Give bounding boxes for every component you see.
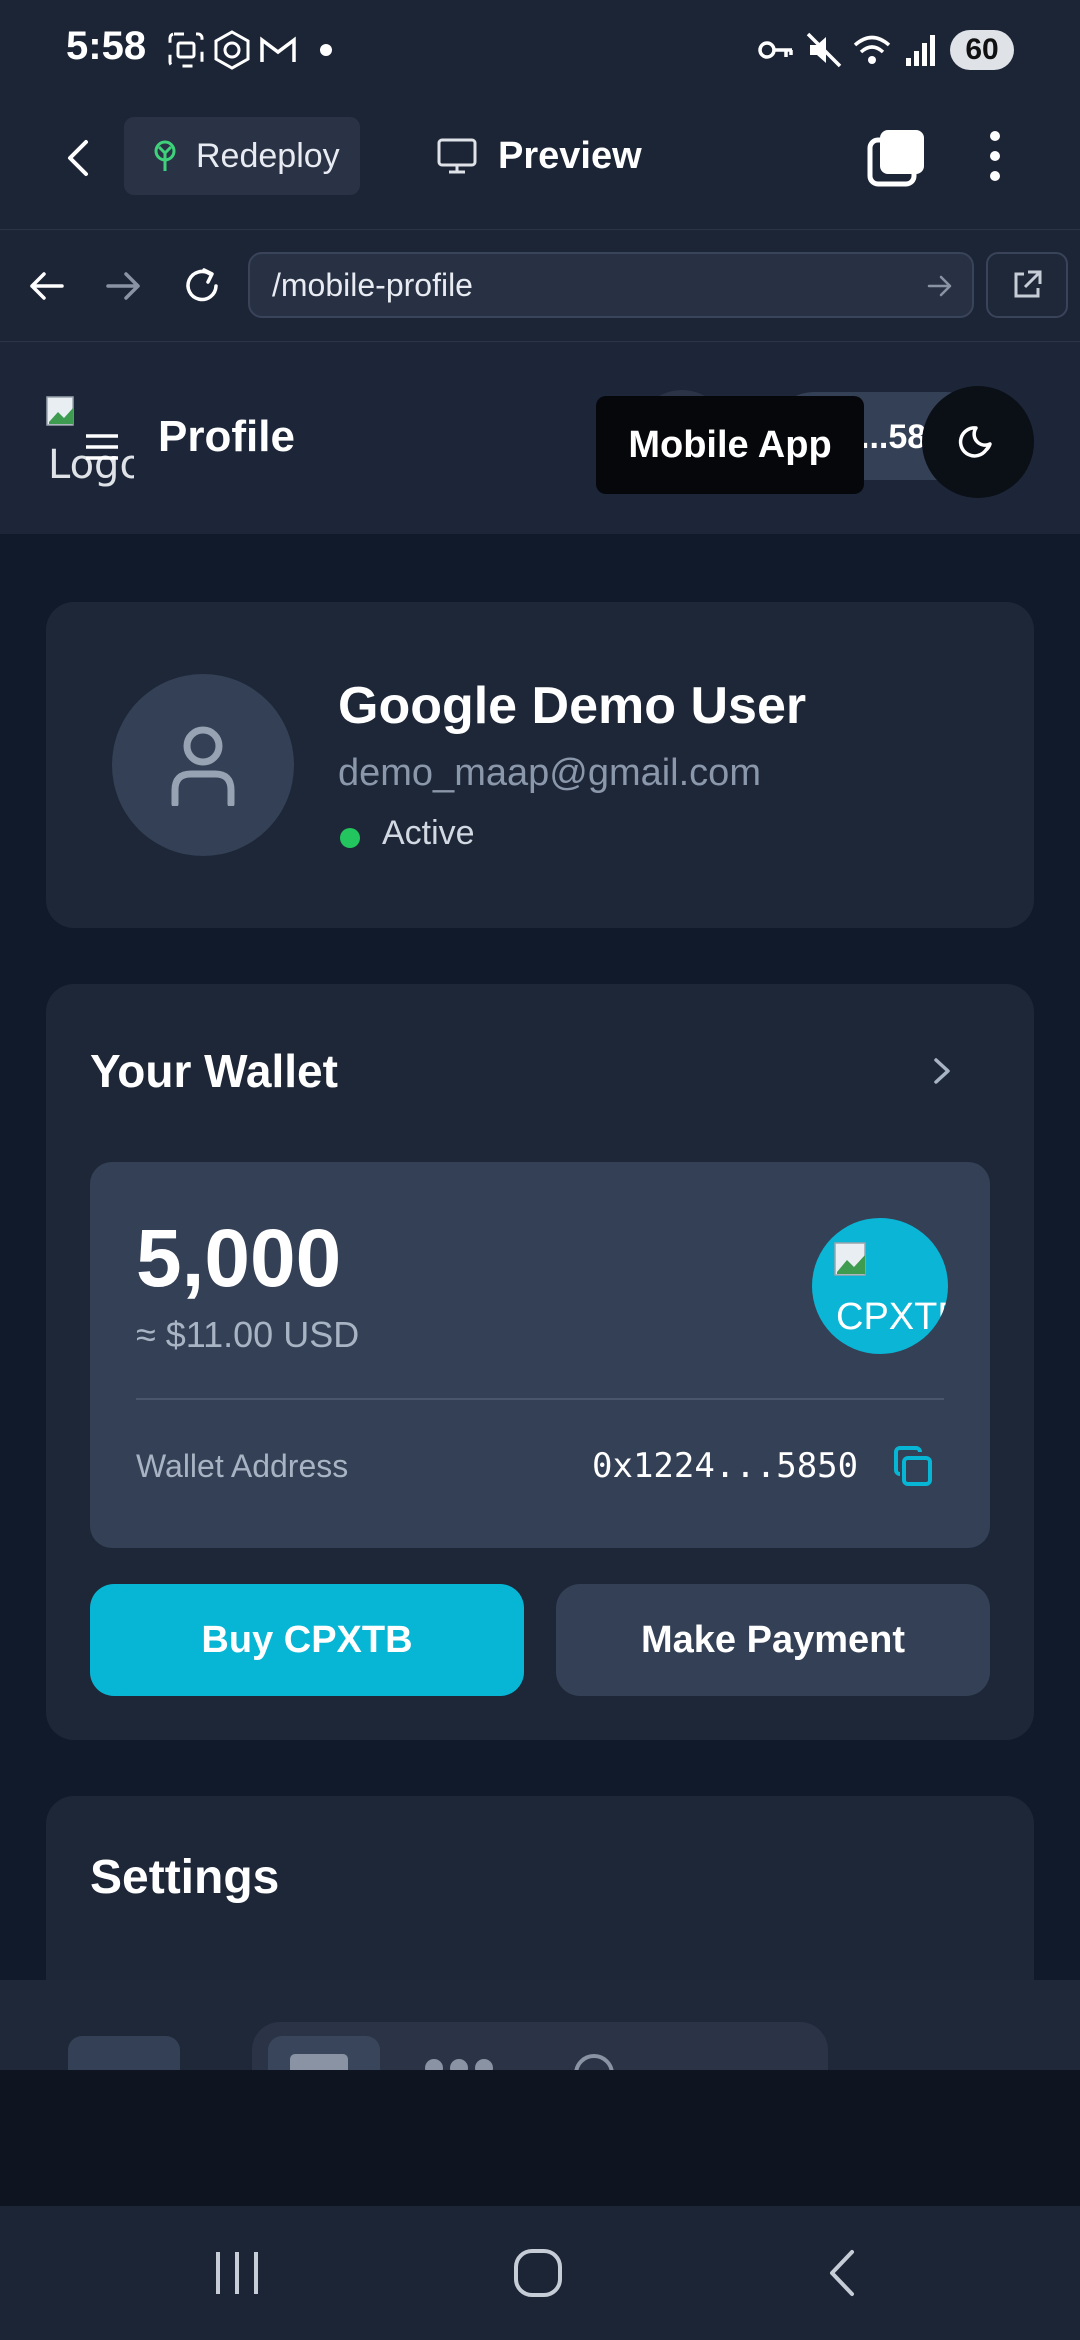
mute-icon bbox=[806, 32, 842, 68]
user-name: Google Demo User bbox=[338, 677, 807, 735]
open-external-button[interactable] bbox=[986, 252, 1068, 318]
notification-dot-icon bbox=[320, 44, 332, 56]
token-logo: CPXTB bbox=[812, 1218, 948, 1354]
token-balance: 5,000 bbox=[136, 1213, 342, 1304]
payment-button-label: Make Payment bbox=[640, 1618, 905, 1661]
system-back-icon[interactable] bbox=[822, 2248, 862, 2298]
broken-image-icon bbox=[834, 1242, 866, 1276]
tabs-switcher-icon[interactable] bbox=[866, 126, 928, 188]
recent-apps-icon[interactable] bbox=[212, 2250, 262, 2296]
main-content[interactable]: Google Demo User demo_maap@gmail.com Act… bbox=[0, 534, 1080, 1980]
make-payment-button[interactable]: Make Payment bbox=[556, 1584, 990, 1696]
site-header: Logo Profile ...58 Mobile App bbox=[0, 342, 1080, 534]
url-text: /mobile-profile bbox=[272, 266, 473, 303]
preview-button[interactable]: Preview bbox=[436, 117, 642, 195]
home-icon[interactable] bbox=[512, 2248, 566, 2298]
status-badge: Active bbox=[382, 814, 475, 852]
wallet-address-value: 0x1224...5850 bbox=[592, 1446, 859, 1486]
settings-title: Settings bbox=[90, 1851, 280, 1904]
token-logo-alt: CPXTB bbox=[836, 1296, 948, 1338]
nav-active-icon bbox=[290, 2054, 348, 2070]
reload-icon[interactable] bbox=[180, 264, 224, 308]
redeploy-label: Redeploy bbox=[196, 136, 340, 175]
status-dot bbox=[340, 828, 360, 848]
bottom-nav bbox=[0, 1980, 1080, 2070]
signal-icon bbox=[906, 35, 935, 66]
buy-cpxtb-button[interactable]: Buy CPXTB bbox=[90, 1584, 524, 1696]
wallet-title: Your Wallet bbox=[90, 1045, 338, 1097]
divider bbox=[136, 1398, 944, 1400]
preview-label: Preview bbox=[498, 134, 642, 177]
system-navigation-bar bbox=[0, 2206, 1080, 2340]
browser-url-row: /mobile-profile bbox=[0, 230, 1080, 342]
mobile-app-tooltip: Mobile App bbox=[596, 396, 864, 494]
crypto-app-icon bbox=[214, 30, 250, 70]
status-bar: 5:58 60 bbox=[0, 0, 1080, 100]
external-link-icon bbox=[1014, 270, 1042, 298]
balance-usd: ≈ $11.00 USD bbox=[136, 1314, 360, 1355]
hamburger-menu-icon[interactable] bbox=[84, 432, 120, 462]
user-icon bbox=[171, 726, 235, 806]
monitor-icon bbox=[437, 138, 477, 174]
theme-toggle-button[interactable] bbox=[922, 386, 1034, 498]
balance-box: 5,000 ≈ $11.00 USD CPXTB Wallet Address … bbox=[90, 1162, 990, 1548]
back-arrow-icon[interactable] bbox=[58, 136, 102, 180]
vpn-key-icon bbox=[758, 41, 793, 59]
tooltip-text: Mobile App bbox=[628, 423, 832, 466]
apps-dots-icon[interactable] bbox=[424, 2052, 494, 2070]
chevron-right-icon[interactable] bbox=[926, 1056, 956, 1086]
deploy-tree-icon bbox=[154, 140, 176, 171]
go-arrow-icon[interactable] bbox=[926, 272, 954, 300]
gmail-icon bbox=[260, 36, 296, 62]
wallet-chip-text: ...58 bbox=[860, 418, 927, 456]
battery-indicator: 60 bbox=[950, 30, 1014, 70]
redeploy-button[interactable]: Redeploy bbox=[124, 117, 360, 195]
status-time: 5:58 bbox=[66, 24, 147, 68]
browser-forward-icon[interactable] bbox=[104, 266, 144, 306]
wallet-address-label: Wallet Address bbox=[136, 1448, 349, 1484]
more-options-icon[interactable] bbox=[978, 128, 1012, 184]
blank-area bbox=[0, 2070, 1080, 2206]
globe-icon[interactable] bbox=[572, 2052, 616, 2070]
nav-item-home[interactable] bbox=[68, 2036, 180, 2070]
app-top-bar: Redeploy Preview bbox=[0, 100, 1080, 230]
moon-icon bbox=[958, 426, 992, 458]
wallet-card: Your Wallet 5,000 ≈ $11.00 USD CPXTB Wal… bbox=[46, 984, 1034, 1740]
screenshot-icon bbox=[168, 32, 204, 68]
broken-image-icon bbox=[46, 396, 74, 426]
settings-card: Settings bbox=[46, 1796, 1034, 1980]
page-title: Profile bbox=[158, 412, 295, 461]
url-input[interactable]: /mobile-profile bbox=[248, 252, 974, 318]
user-email: demo_maap@gmail.com bbox=[338, 752, 761, 794]
buy-button-label: Buy CPXTB bbox=[201, 1618, 413, 1661]
wifi-icon bbox=[853, 35, 891, 64]
browser-back-icon[interactable] bbox=[26, 266, 66, 306]
copy-icon[interactable] bbox=[890, 1444, 936, 1490]
profile-card: Google Demo User demo_maap@gmail.com Act… bbox=[46, 602, 1034, 928]
avatar bbox=[112, 674, 294, 856]
